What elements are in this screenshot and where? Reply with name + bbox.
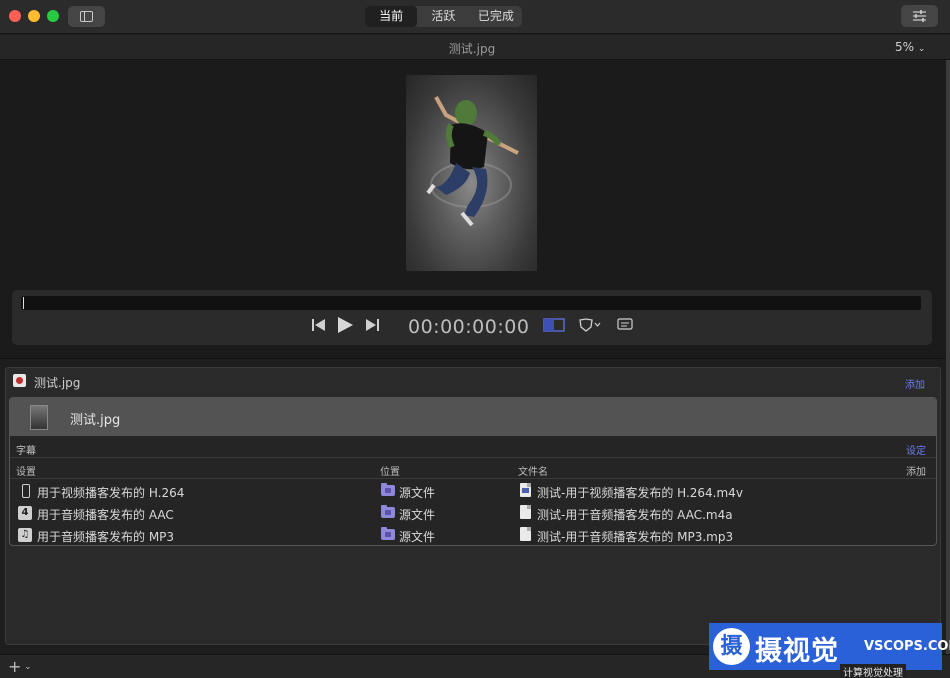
output-row[interactable]: ♫ 用于音频播客发布的 MP3 源文件 测试-用于音频播客发布的 MP3.mp3 (10, 524, 936, 546)
minimize-window-button[interactable] (28, 10, 40, 22)
source-file-card: 测试.jpg 字幕 设定 设置 位置 文件名 添加 用于视频播客发布的 H.26… (9, 397, 937, 546)
zoom-menu[interactable]: 5% ⌄ (895, 40, 925, 54)
preview-image (406, 75, 537, 271)
split-view-icon[interactable] (543, 318, 565, 332)
sidebar-icon (80, 11, 93, 22)
timecode-display: 00:00:00:00 (408, 316, 530, 338)
output-location[interactable]: 源文件 (399, 506, 435, 523)
aac-icon: 4 (18, 506, 32, 520)
audio-file-icon (520, 505, 531, 519)
zoom-value: 5% (895, 40, 915, 54)
output-location[interactable]: 源文件 (399, 528, 435, 545)
output-setting: 用于视频播客发布的 H.264 (37, 486, 185, 500)
sidebar-toggle-button[interactable] (68, 6, 105, 27)
play-icon[interactable] (337, 316, 354, 334)
video-file-icon (520, 483, 531, 497)
batch-add-link[interactable]: 添加 (905, 376, 925, 391)
source-file-row[interactable]: 测试.jpg (10, 398, 936, 436)
tab-active[interactable]: 活跃 (417, 6, 469, 27)
zoom-window-button[interactable] (47, 10, 59, 22)
viewer: 00:00:00:00 (0, 61, 950, 358)
output-row[interactable]: 4 用于音频播客发布的 AAC 源文件 测试-用于音频播客发布的 AAC.m4a (10, 502, 936, 524)
output-row[interactable]: 用于视频播客发布的 H.264 源文件 测试-用于视频播客发布的 H.264.m… (10, 480, 936, 502)
timeline-scrubber[interactable] (21, 296, 921, 310)
batch-header: 测试.jpg 添加 (6, 368, 940, 396)
tab-current[interactable]: 当前 (365, 6, 418, 27)
music-note-icon: ♫ (18, 528, 32, 542)
captions-icon[interactable] (617, 318, 633, 332)
watermark-seal: 摄 (713, 628, 750, 665)
skip-forward-icon[interactable] (365, 318, 380, 332)
watermark-en: VSCOPS.COM (864, 639, 950, 654)
batch-title: 测试.jpg (34, 376, 81, 390)
folder-icon (381, 505, 395, 518)
add-icon[interactable]: + (8, 657, 21, 676)
audio-file-icon (520, 527, 531, 541)
column-filename: 文件名 (518, 467, 548, 478)
caption-row: 字幕 设定 (10, 437, 936, 458)
window-edge (946, 60, 950, 660)
column-setting: 设置 (16, 467, 36, 478)
batch-file-icon (13, 374, 26, 387)
output-filename[interactable]: 测试-用于视频播客发布的 H.264.m4v (537, 484, 743, 501)
skip-back-icon[interactable] (311, 318, 326, 332)
dancer-figure-icon (426, 96, 519, 227)
phone-icon (22, 484, 30, 498)
divider (0, 358, 950, 359)
chevron-down-icon[interactable]: ⌄ (24, 662, 32, 672)
chevron-down-icon: ⌄ (917, 44, 926, 54)
sliders-icon (913, 10, 926, 22)
view-segmented-control: 当前 活跃 已完成 (365, 6, 522, 27)
caption-set-link[interactable]: 设定 (906, 442, 926, 457)
column-location: 位置 (380, 467, 400, 478)
close-window-button[interactable] (9, 10, 21, 22)
output-setting: 用于音频播客发布的 AAC (37, 508, 174, 522)
viewer-header: 测试.jpg 5% ⌄ (0, 35, 950, 60)
watermark-sub: 计算视觉处理 (840, 664, 906, 678)
output-filename[interactable]: 测试-用于音频播客发布的 MP3.mp3 (537, 528, 733, 545)
folder-icon (381, 527, 395, 540)
watermark: 摄 摄视觉 VSCOPS.COM (709, 623, 950, 670)
folder-icon (381, 483, 395, 496)
file-thumbnail (30, 405, 48, 430)
inspector-button[interactable] (901, 5, 938, 27)
watermark-cn: 摄视觉 (755, 636, 839, 667)
transport-controls: 00:00:00:00 (12, 290, 932, 345)
shield-menu-icon[interactable] (578, 318, 602, 332)
batch-panel: 测试.jpg 添加 测试.jpg 字幕 设定 设置 位置 文件名 添加 用于视频… (5, 367, 941, 645)
tab-completed[interactable]: 已完成 (470, 6, 522, 27)
playhead[interactable] (23, 297, 24, 309)
caption-label: 字幕 (16, 446, 36, 457)
output-column-headers: 设置 位置 文件名 添加 (10, 459, 936, 479)
output-filename[interactable]: 测试-用于音频播客发布的 AAC.m4a (537, 506, 733, 523)
output-location[interactable]: 源文件 (399, 484, 435, 501)
source-file-name: 测试.jpg (70, 413, 121, 428)
viewer-title: 测试.jpg (448, 42, 496, 56)
title-bar: 当前 活跃 已完成 (0, 0, 950, 34)
output-setting: 用于音频播客发布的 MP3 (37, 530, 175, 544)
output-add-link[interactable]: 添加 (906, 463, 926, 478)
